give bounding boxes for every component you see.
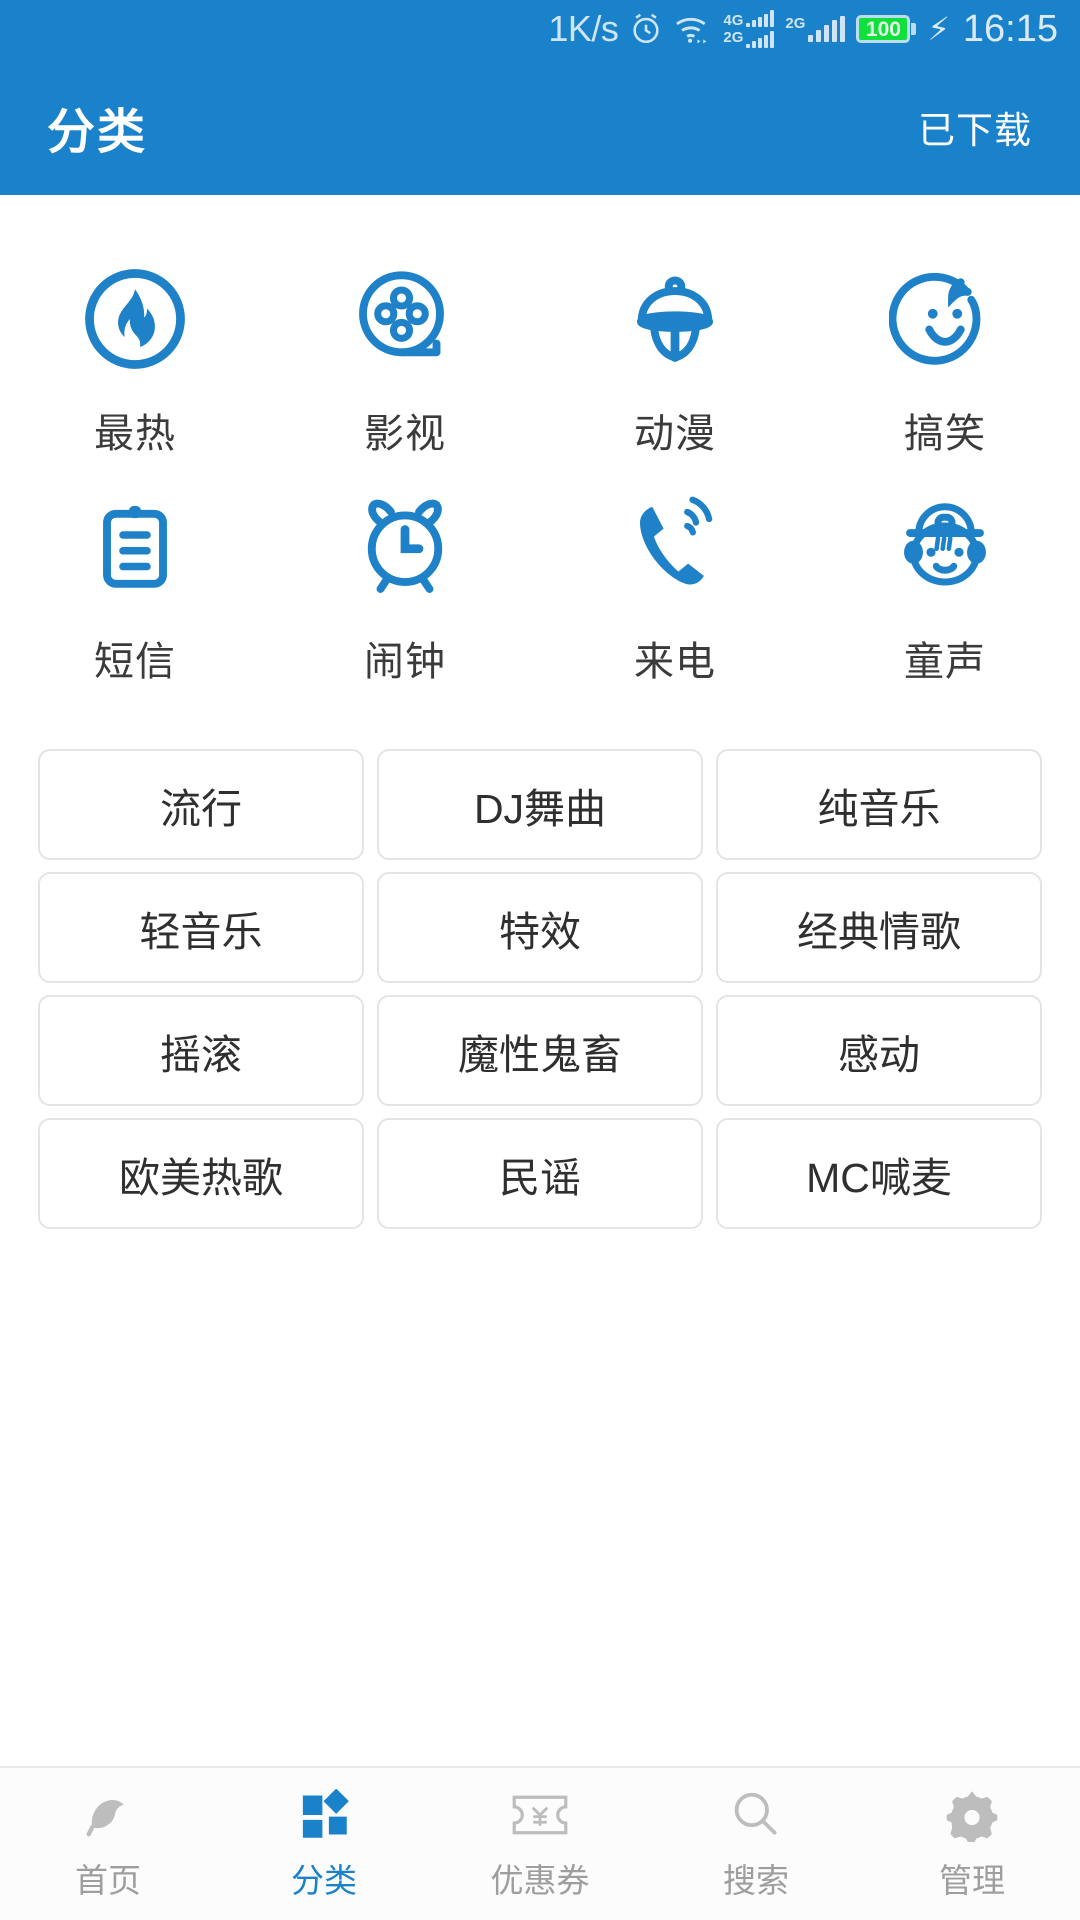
sim2-network-type-2g: 2G: [785, 15, 806, 32]
nav-item-categories[interactable]: 分类: [216, 1786, 432, 1902]
downloaded-button[interactable]: 已下载: [918, 100, 1032, 154]
page-title: 分类: [47, 105, 148, 159]
category-item-hottest[interactable]: 最热: [0, 237, 270, 459]
nav-label: 搜索: [723, 1862, 789, 1899]
fire-circle-icon: [75, 259, 195, 379]
tag-chip[interactable]: 特效: [377, 872, 703, 983]
sim1-signal-indicator: 4G 2G: [723, 10, 775, 48]
tag-chip[interactable]: 欧美热歌: [38, 1118, 364, 1229]
category-item-alarm[interactable]: 闹钟: [270, 465, 540, 687]
app-bar: 分类 已下载: [0, 58, 1080, 195]
category-item-child-voice[interactable]: 童声: [810, 465, 1080, 687]
coupon-icon: [511, 1786, 569, 1844]
tag-chip[interactable]: 民谣: [377, 1118, 703, 1229]
sim1-signal-bars-upper: [746, 10, 775, 27]
smiley-face-icon: [885, 259, 1005, 379]
tag-chip[interactable]: 摇滚: [38, 995, 364, 1106]
search-icon: [729, 1786, 783, 1844]
tag-chip[interactable]: 魔性鬼畜: [377, 995, 703, 1106]
network-speed-text: 1K/s: [548, 8, 619, 49]
child-face-icon: [885, 487, 1005, 607]
incoming-call-icon: [615, 487, 735, 607]
nav-item-manage[interactable]: 管理: [864, 1786, 1080, 1902]
sim1-signal-bars-lower: [746, 31, 775, 48]
category-item-incoming-call[interactable]: 来电: [540, 465, 810, 687]
category-label: 童声: [904, 640, 986, 684]
category-label: 动漫: [634, 412, 716, 456]
wifi-icon: [674, 14, 712, 44]
tag-chip[interactable]: 纯音乐: [716, 749, 1042, 860]
status-bar: 1K/s 4G 2G 2G 100 ⚡ 16:15: [0, 0, 1080, 58]
sim2-signal-bars: [808, 16, 846, 42]
lightning-bolt-icon: ⚡: [927, 11, 950, 47]
tag-chip[interactable]: 经典情歌: [716, 872, 1042, 983]
nav-item-home[interactable]: 首页: [0, 1786, 216, 1902]
nav-label: 首页: [75, 1862, 141, 1899]
nav-label: 分类: [291, 1862, 357, 1899]
category-item-funny[interactable]: 搞笑: [810, 237, 1080, 459]
gear-icon: [945, 1786, 999, 1844]
grid-squares-icon: [298, 1786, 350, 1844]
category-icon-grid: 最热 影视 动漫 搞笑 短信 闹钟 来电 童声: [0, 195, 1080, 687]
tag-chip[interactable]: 感动: [716, 995, 1042, 1106]
sim2-signal-indicator: 2G: [785, 15, 846, 42]
tag-chip[interactable]: DJ舞曲: [377, 749, 703, 860]
category-item-anime[interactable]: 动漫: [540, 237, 810, 459]
nav-label: 管理: [939, 1862, 1005, 1899]
category-label: 最热: [94, 412, 176, 456]
battery-level-text: 100: [865, 17, 901, 41]
category-label: 短信: [94, 640, 176, 684]
nav-item-search[interactable]: 搜索: [648, 1786, 864, 1902]
film-reel-icon: [345, 259, 465, 379]
tag-chip[interactable]: MC喊麦: [716, 1118, 1042, 1229]
battery-indicator: 100: [856, 15, 917, 43]
tag-grid: 流行 DJ舞曲 纯音乐 轻音乐 特效 经典情歌 摇滚 魔性鬼畜 感动 欧美热歌 …: [38, 749, 1042, 1229]
battery-cap: [911, 23, 917, 35]
category-label: 来电: [634, 640, 716, 684]
bottom-navigation-bar: 首页 分类 优惠券 搜索 管理: [0, 1766, 1080, 1920]
nav-item-coupons[interactable]: 优惠券: [432, 1786, 648, 1902]
alarm-clock-icon: [629, 12, 663, 46]
anime-bell-icon: [615, 259, 735, 379]
tag-chip[interactable]: 轻音乐: [38, 872, 364, 983]
category-item-sms[interactable]: 短信: [0, 465, 270, 687]
sim1-network-type-4g: 4G: [723, 12, 744, 29]
tag-chip[interactable]: 流行: [38, 749, 364, 860]
sim1-network-type-2g: 2G: [723, 29, 744, 46]
clock-time-text: 16:15: [962, 8, 1058, 50]
home-star-icon: [80, 1786, 136, 1844]
category-label: 影视: [364, 412, 446, 456]
category-label: 搞笑: [904, 412, 986, 456]
nav-label: 优惠券: [490, 1862, 590, 1899]
category-item-movies[interactable]: 影视: [270, 237, 540, 459]
alarm-clock-icon: [345, 487, 465, 607]
sms-clipboard-icon: [75, 487, 195, 607]
category-label: 闹钟: [364, 640, 446, 684]
